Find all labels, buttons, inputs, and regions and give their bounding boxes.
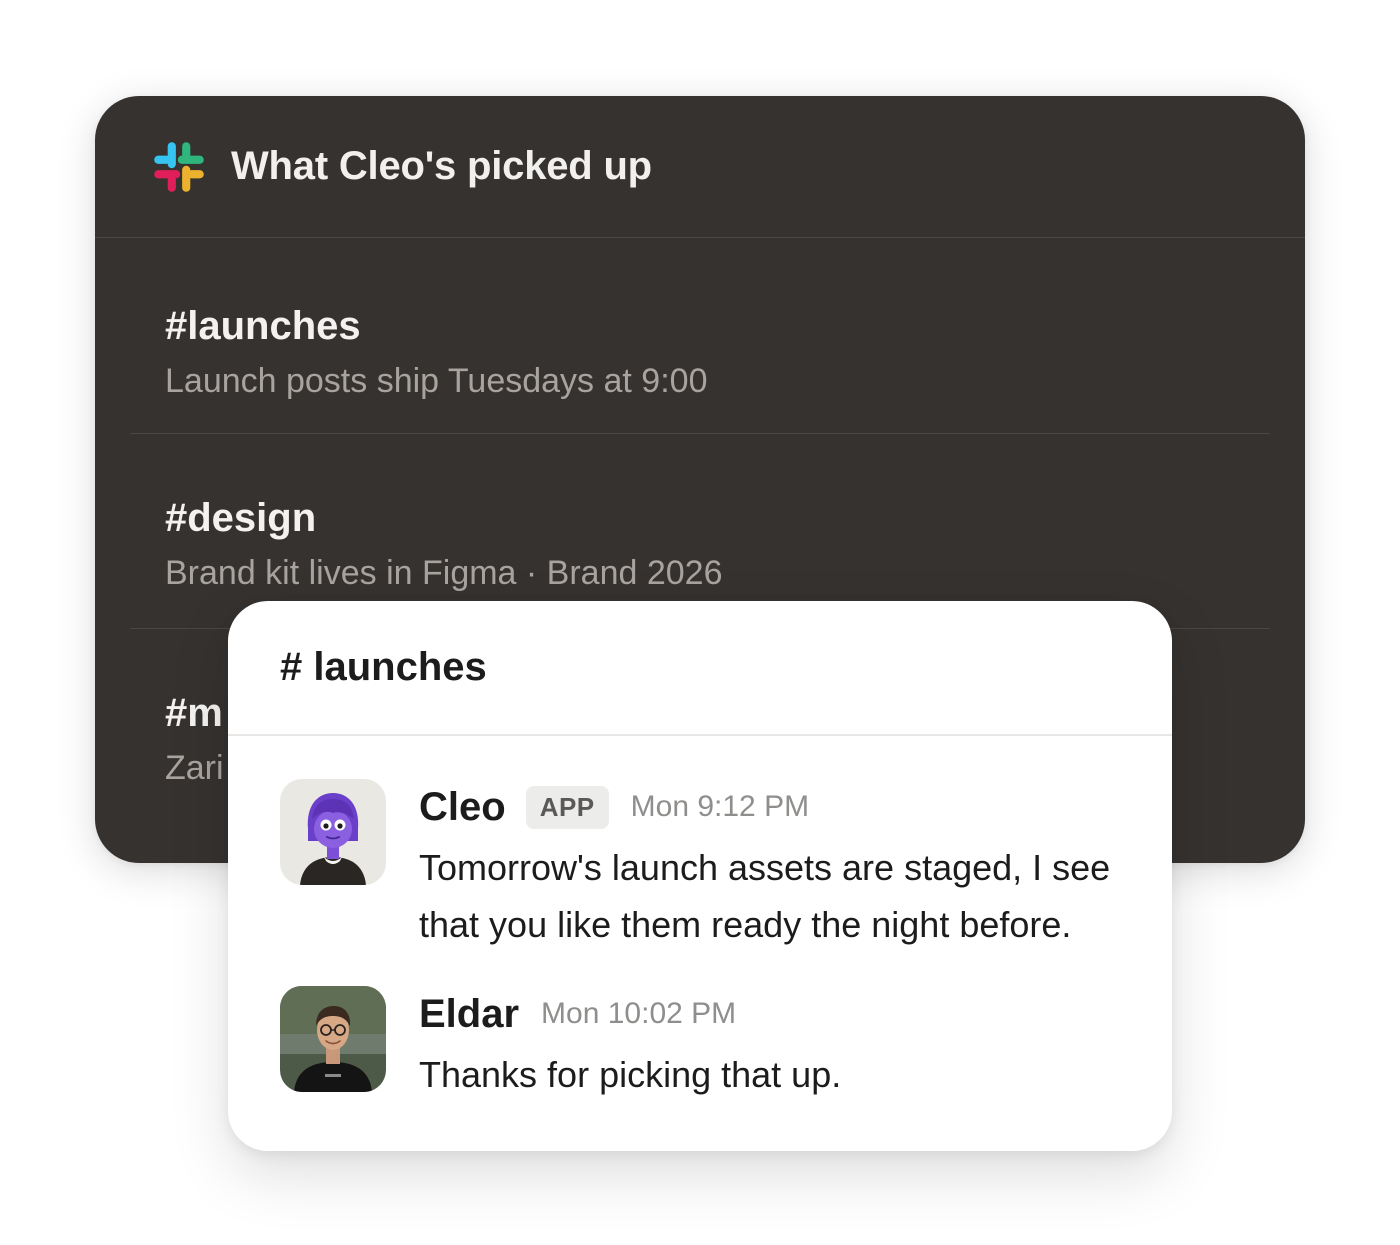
summary-item-channel: #m (165, 691, 223, 735)
message-header: Eldar Mon 10:02 PM (419, 986, 1159, 1042)
channel-title[interactable]: # launches (280, 645, 487, 690)
message-author[interactable]: Eldar (419, 992, 519, 1037)
cleo-avatar[interactable] (280, 779, 386, 885)
message-text: Tomorrow's launch assets are staged, I s… (419, 847, 1111, 945)
summary-item-channel: #launches (165, 304, 361, 348)
summary-item-channel: #design (165, 496, 317, 540)
stage: What Cleo's picked up #launches Launch p… (0, 0, 1400, 1245)
summary-item[interactable]: #launches Launch posts ship Tuesdays at … (130, 238, 1270, 433)
message-text: Thanks for picking that up. (419, 1054, 842, 1095)
message-timestamp[interactable]: Mon 9:12 PM (631, 790, 809, 824)
summary-card-header: What Cleo's picked up (95, 96, 1305, 238)
summary-item-note: Zari (165, 749, 224, 787)
channel-card-header: # launches (228, 601, 1172, 736)
message-body: Cleo APP Mon 9:12 PM Tomorrow's launch a… (419, 779, 1159, 953)
app-badge: APP (525, 785, 609, 829)
slack-logo-icon (154, 141, 204, 192)
eldar-avatar[interactable] (280, 986, 386, 1092)
message-timestamp[interactable]: Mon 10:02 PM (541, 997, 736, 1031)
message-header: Cleo APP Mon 9:12 PM (419, 779, 1159, 835)
summary-card-title: What Cleo's picked up (231, 144, 652, 188)
summary-item[interactable]: #design Brand kit lives in Figma · Brand… (130, 433, 1270, 628)
channel-card: # launches Cleo APP Mon 9:12 PM Tomorrow… (228, 601, 1172, 1151)
summary-item-note: Brand kit lives in Figma · Brand 2026 (165, 554, 723, 592)
summary-item-note: Launch posts ship Tuesdays at 9:00 (165, 362, 708, 400)
message-author[interactable]: Cleo (419, 785, 506, 830)
message-body: Eldar Mon 10:02 PM Thanks for picking th… (419, 986, 1159, 1103)
